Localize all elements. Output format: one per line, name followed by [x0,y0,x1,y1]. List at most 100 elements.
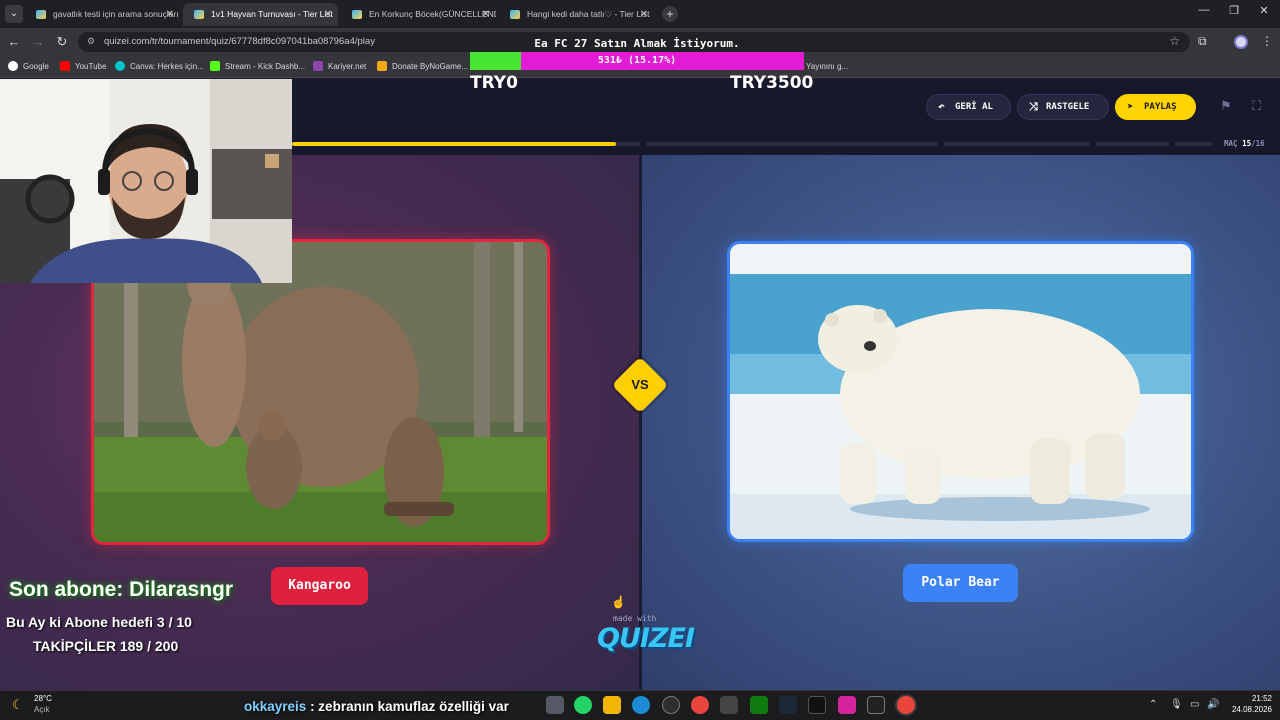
tab-title: Hangi kedi daha tatlı♡ - Tier List [527,9,650,19]
tab-favicon-icon [352,10,362,19]
bynogame-icon [377,61,387,71]
shuffle-icon: ⤨ [1029,100,1038,113]
clock-time[interactable]: 21:52 [1230,694,1272,703]
polar-bear-image-card[interactable] [727,241,1194,542]
tab-favicon-icon [194,10,204,19]
task-view-icon[interactable] [546,696,564,714]
tab-search-button[interactable]: ⌄ [5,5,23,23]
bookmark-google[interactable]: Google [8,56,49,78]
polar-bear-choice-button[interactable]: Polar Bear [903,564,1018,602]
webcam-feed [0,79,292,283]
tray-overflow-icon[interactable]: ⌃ [1149,699,1157,710]
donation-max-label: TRY3500 [730,73,814,93]
close-window-button[interactable]: ✕ [1256,4,1272,17]
network-icon[interactable]: ▭ [1190,699,1199,710]
file-explorer-icon[interactable] [603,696,621,714]
google-icon [8,61,18,71]
undo-button[interactable]: ↶ GERİ AL [926,94,1011,120]
minimize-button[interactable]: — [1196,4,1212,16]
tab-close-icon[interactable]: ✕ [166,3,174,26]
weather-temperature: 28°C [34,694,52,703]
tab-close-icon[interactable]: ✕ [482,3,490,26]
fullscreen-icon[interactable]: ⛶ [1252,98,1261,114]
moon-weather-icon[interactable]: ☾ [12,697,24,713]
tab-korkunc-bocek[interactable]: En Korkunç Böcek(GÜNCELLENDİ) ✕ [341,3,496,26]
obs-icon[interactable] [662,696,680,714]
tab-title: 1v1 Hayvan Turnuvası - Tier List [211,9,333,19]
last-subscriber-text: Son abone: Dilarasngr [9,578,234,601]
restore-button[interactable]: ❐ [1226,4,1242,17]
bookmark-kick[interactable]: Stream - Kick Dashb... [210,56,305,78]
tab-kedi-tatli[interactable]: Hangi kedi daha tatlı♡ - Tier List ✕ [499,3,654,26]
edge-icon[interactable] [632,696,650,714]
progress-segment [1096,142,1169,146]
capcut-icon[interactable] [867,696,885,714]
undo-icon: ↶ [938,100,945,113]
random-button[interactable]: ⤨ RASTGELE [1017,94,1109,120]
donation-progress-text: 531₺ (15.17%) [597,55,677,66]
flag-icon[interactable]: ⚑ [1220,98,1232,114]
whatsapp-icon[interactable] [574,696,592,714]
browser-menu-icon[interactable]: ⋮ [1261,34,1273,48]
bookmark-kariyer[interactable]: Kariyer.net [313,56,366,78]
tab-favicon-icon [36,10,46,19]
kangaroo-image [94,242,547,542]
tab-favicon-icon [510,10,520,19]
progress-segment [1175,142,1212,146]
back-button[interactable]: ← [6,34,22,50]
progress-segment [944,142,1090,146]
windows-taskbar: ☾ 28°C Açık ⌃ 🎙 ▭ 🔊 21:52 24.08.2026 [0,690,1280,720]
youtube-icon [60,61,70,71]
vs-label: VS [631,377,649,392]
clock-date[interactable]: 24.08.2026 [1222,705,1272,714]
chat-message-overlay: okkayreis : zebranın kamuflaz özelliği v… [236,694,517,720]
epic-games-icon[interactable] [720,696,738,714]
tab-title: En Korkunç Böcek(GÜNCELLENDİ) [369,9,496,19]
forward-button[interactable]: → [30,34,46,50]
instagram-icon[interactable] [838,696,856,714]
reload-button[interactable]: ↻ [54,34,70,50]
send-icon: ➤ [1127,100,1134,113]
kick-icon [210,61,220,71]
extensions-icon[interactable]: ⧉ [1198,34,1207,49]
polar-bear-image [730,244,1191,539]
chat-text: : zebranın kamuflaz özelliği var [306,699,509,714]
arena-divider [639,155,642,690]
steam-icon[interactable] [779,696,797,714]
weather-condition: Açık [34,705,50,714]
share-button[interactable]: ➤ PAYLAŞ [1115,94,1196,120]
progress-fill [292,142,616,146]
progress-segment [646,142,938,146]
made-with-label: made with [613,614,657,623]
profile-avatar[interactable] [1234,35,1248,49]
webcam-overlay [0,79,292,283]
tiktok-icon[interactable] [808,696,826,714]
match-counter: MAÇ 15/16 [1224,139,1265,148]
tab-hayvan-turnuvasi[interactable]: 1v1 Hayvan Turnuvası - Tier List ✕ [183,3,338,26]
volume-icon[interactable]: 🔊 [1207,699,1219,710]
canva-icon [115,61,125,71]
url-text: quizei.com/tr/tournament/quiz/67778df8c0… [104,36,375,47]
new-tab-button[interactable]: + [662,6,678,22]
bookmark-canva[interactable]: Canva: Herkes için... [115,56,204,78]
quizei-logo[interactable]: QUIZEI [597,623,695,654]
tab-gavatlik[interactable]: gavatlık testi için arama sonuçları ✕ [25,3,180,26]
kangaroo-choice-button[interactable]: Kangaroo [271,567,368,605]
bookmark-star-icon[interactable]: ☆ [1169,34,1180,48]
chrome-icon[interactable] [691,696,709,714]
screen: ⌄ gavatlık testi için arama sonuçları ✕ … [0,0,1280,720]
monthly-sub-goal-text: Bu Ay ki Abone hedefi 3 / 10 [6,614,192,630]
progress-segment [292,142,640,146]
xbox-icon[interactable] [750,696,768,714]
chat-username: okkayreis [244,699,307,714]
bookmark-youtube[interactable]: YouTube [60,56,106,78]
site-info-icon[interactable]: ⚙ [87,36,95,47]
bookmark-bynogame[interactable]: Donate ByNoGame... [377,56,468,78]
tab-title: gavatlık testi için arama sonuçları [53,9,179,19]
tab-close-icon[interactable]: ✕ [324,3,332,26]
chrome-active-icon[interactable] [897,696,915,714]
kangaroo-image-card[interactable] [91,239,550,545]
tab-close-icon[interactable]: ✕ [640,3,648,26]
microphone-icon[interactable]: 🎙 [1170,699,1183,710]
donation-progress-bar: 531₺ (15.17%) [470,52,804,70]
